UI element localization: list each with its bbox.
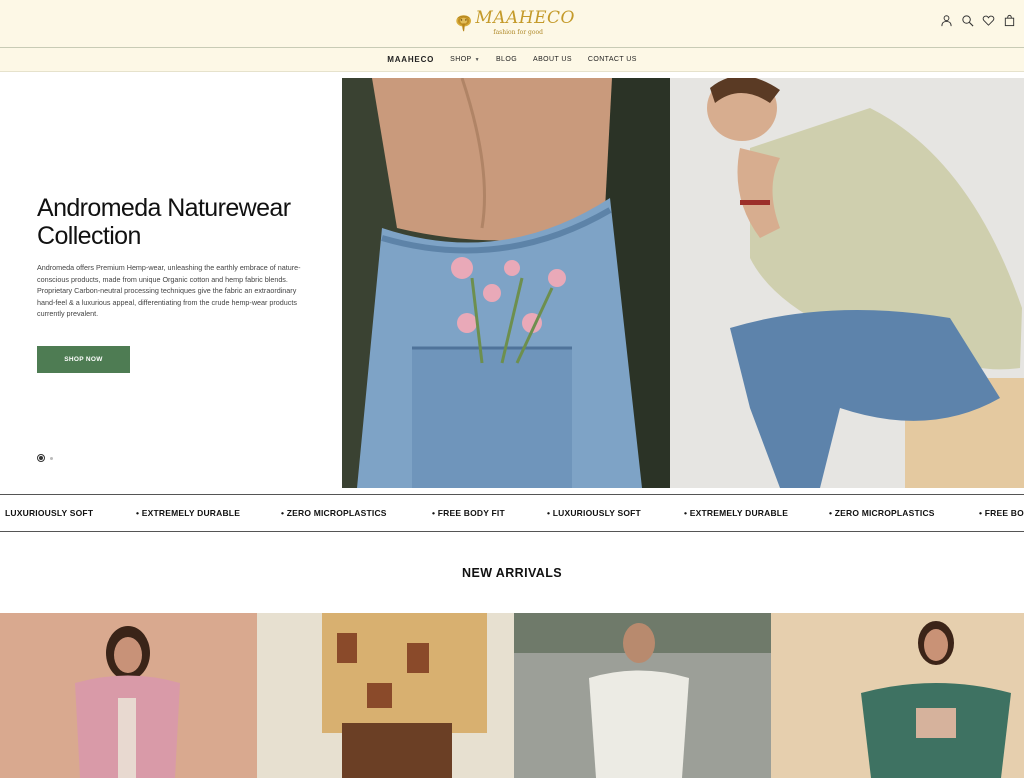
marquee-item: • ZERO MICROPLASTICS	[829, 508, 935, 518]
nav-label-shop: SHOP	[450, 56, 472, 63]
hero-text-panel: Andromeda Naturewear Collection Andromed…	[0, 78, 342, 488]
nav-brand[interactable]: MAAHECO	[387, 55, 434, 64]
hero-description-2: Proprietary Carbon-neutral processing te…	[37, 286, 297, 318]
marquee-item: • LUXURIOUSLY SOFT	[547, 508, 641, 518]
nav-item-blog[interactable]: BLOG	[496, 56, 517, 63]
chevron-down-icon: ▼	[474, 56, 480, 63]
product-card[interactable]	[0, 613, 257, 778]
slide-dot-2[interactable]	[50, 456, 53, 460]
marquee-item: LUXURIOUSLY SOFT	[5, 508, 94, 518]
marquee-item: • EXTREMELY DURABLE	[684, 508, 789, 518]
nav-item-shop[interactable]: SHOP ▼	[450, 56, 480, 63]
hero-image-model	[670, 78, 1024, 488]
slide-dot-1[interactable]	[37, 454, 45, 462]
header-icons	[940, 14, 1016, 27]
hero-title: Andromeda Naturewear Collection	[37, 194, 291, 250]
marquee-item: • FREE BODY FIT	[979, 508, 1024, 518]
brand-logo[interactable]: MAAHECO fashion for good	[455, 1, 575, 45]
nav-item-contact[interactable]: CONTACT US	[588, 56, 637, 63]
new-arrivals-title: NEW ARRIVALS	[462, 566, 562, 580]
marquee-item: • FREE BODY FIT	[432, 508, 505, 518]
brand-tagline: fashion for good	[493, 29, 543, 36]
cart-icon[interactable]	[1003, 14, 1016, 27]
marquee-item: • ZERO MICROPLASTICS	[281, 508, 387, 518]
top-header: MAAHECO fashion for good	[0, 0, 1024, 48]
hero-description: Andromeda offers Premium Hemp-wear, unle…	[37, 262, 309, 320]
marquee-item: • EXTREMELY DURABLE	[136, 508, 241, 518]
hero-description-1: Andromeda offers Premium Hemp-wear, unle…	[37, 263, 301, 284]
shop-now-button[interactable]: SHOP NOW	[37, 346, 130, 373]
nav-item-about[interactable]: ABOUT US	[533, 56, 572, 63]
search-icon[interactable]	[961, 14, 974, 27]
heart-icon[interactable]	[982, 14, 995, 27]
product-card[interactable]	[257, 613, 514, 778]
brand-name: MAAHECO	[475, 8, 575, 28]
user-icon[interactable]	[940, 14, 953, 27]
product-card[interactable]	[514, 613, 771, 778]
main-nav: MAAHECO SHOP ▼ BLOG ABOUT US CONTACT US	[0, 48, 1024, 72]
slider-dots	[37, 454, 53, 462]
elephant-logo-icon	[456, 15, 472, 32]
product-card[interactable]	[771, 613, 1024, 778]
features-marquee: LUXURIOUSLY SOFT • EXTREMELY DURABLE • Z…	[0, 494, 1024, 532]
hero-image-jeans	[342, 78, 670, 488]
